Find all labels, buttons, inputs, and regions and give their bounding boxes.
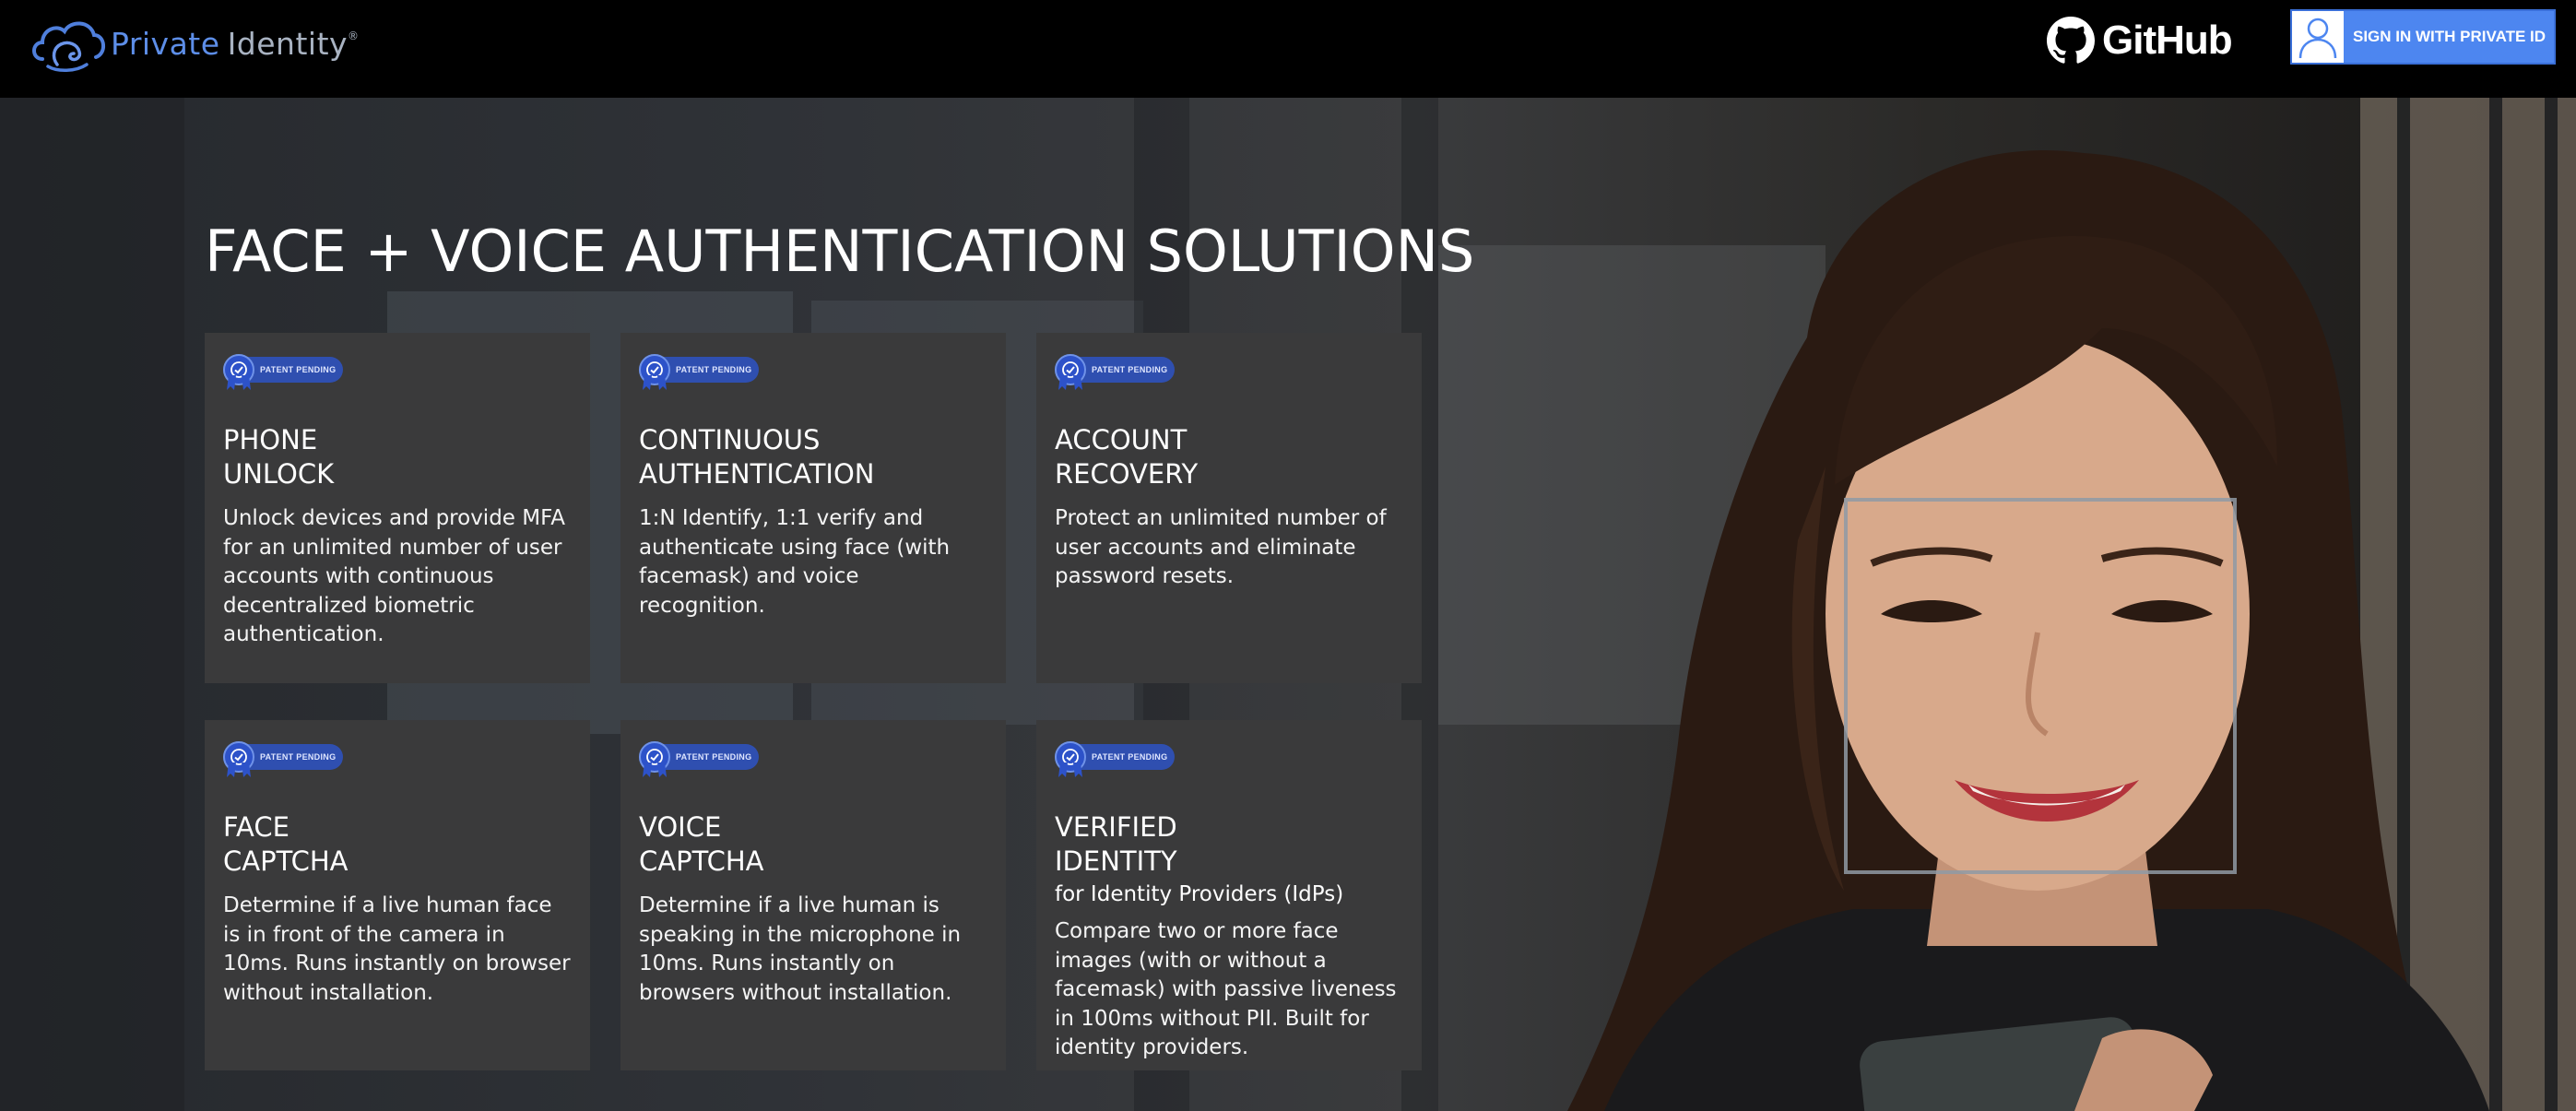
card-description: Unlock devices and provide MFA for an un… (223, 506, 565, 646)
card-description: 1:N Identify, 1:1 verify and authenticat… (639, 506, 951, 618)
badge-label: PATENT PENDING (260, 752, 337, 762)
badge-ribbon-icon (227, 375, 251, 390)
patent-pending-badge: PATENT PENDING (639, 739, 987, 777)
patent-pending-badge: PATENT PENDING (1055, 351, 1403, 390)
hero-section: FACE + VOICE AUTHENTICATION SOLUTIONS PA… (0, 98, 2576, 1111)
card-title: VOICE CAPTCHA (639, 810, 987, 879)
github-octocat-icon (2047, 17, 2095, 65)
badge-ribbon-icon (227, 762, 251, 777)
github-label: GitHub (2102, 18, 2233, 63)
card-title: CONTINUOUS AUTHENTICATION (639, 423, 987, 491)
card-title-line2: AUTHENTICATION (639, 458, 875, 490)
github-link[interactable]: GitHub (2047, 15, 2233, 66)
sign-in-label: SIGN IN WITH PRIVATE ID (2353, 28, 2546, 45)
card-title: ACCOUNT RECOVERY (1055, 423, 1403, 491)
card-description: Determine if a live human face is in fro… (223, 893, 571, 1005)
private-identity-logo[interactable]: Private Identity® (30, 13, 360, 74)
card-title: PHONE UNLOCK (223, 423, 572, 491)
card-title-line1: FACE (223, 811, 290, 843)
card-verified-identity: PATENT PENDING VERIFIED IDENTITY for Ide… (1036, 720, 1422, 1070)
card-face-captcha: PATENT PENDING FACE CAPTCHA Determine if… (205, 720, 590, 1070)
card-title: FACE CAPTCHA (223, 810, 572, 879)
logo-word-identity: Identity (227, 25, 349, 62)
user-avatar-icon (2292, 11, 2344, 63)
card-voice-captcha: PATENT PENDING VOICE CAPTCHA Determine i… (620, 720, 1006, 1070)
card-account-recovery: PATENT PENDING ACCOUNT RECOVERY Protect … (1036, 333, 1422, 683)
cloud-face-logo-icon (30, 13, 107, 74)
badge-label: PATENT PENDING (1092, 752, 1168, 762)
badge-ribbon-icon (1058, 762, 1082, 777)
card-title-line2: UNLOCK (223, 458, 335, 490)
badge-ribbon-icon (643, 762, 667, 777)
card-description: Protect an unlimited number of user acco… (1055, 506, 1387, 588)
top-navigation-bar: Private Identity® GitHub SIGN IN WITH PRI… (0, 0, 2576, 98)
badge-label: PATENT PENDING (676, 752, 752, 762)
card-title-line1: VOICE (639, 811, 722, 843)
patent-pending-badge: PATENT PENDING (639, 351, 987, 390)
card-title-line1: ACCOUNT (1055, 424, 1188, 455)
card-subtitle: for Identity Providers (IdPs) (1055, 882, 1344, 906)
sign-in-with-private-id-button[interactable]: SIGN IN WITH PRIVATE ID (2290, 9, 2556, 65)
patent-pending-badge: PATENT PENDING (1055, 739, 1403, 777)
badge-ribbon-icon (1058, 375, 1082, 390)
card-title-line1: CONTINUOUS (639, 424, 821, 455)
card-title-line1: PHONE (223, 424, 318, 455)
card-description: Determine if a live human is speaking in… (639, 893, 962, 1005)
patent-pending-badge: PATENT PENDING (223, 739, 572, 777)
logo-word-private: Private (111, 25, 220, 62)
card-description: Compare two or more face images (with or… (1055, 919, 1397, 1059)
badge-label: PATENT PENDING (676, 365, 752, 374)
card-title-line1: VERIFIED (1055, 811, 1177, 843)
card-title: VERIFIED IDENTITY (1055, 810, 1403, 879)
card-title-line2: CAPTCHA (223, 845, 349, 877)
badge-label: PATENT PENDING (260, 365, 337, 374)
face-detection-box (1844, 498, 2237, 874)
badge-label: PATENT PENDING (1092, 365, 1168, 374)
trademark-symbol: ® (348, 29, 360, 42)
page-title: FACE + VOICE AUTHENTICATION SOLUTIONS (205, 218, 1475, 285)
card-title-line2: IDENTITY (1055, 845, 1177, 877)
card-continuous-authentication: PATENT PENDING CONTINUOUS AUTHENTICATION… (620, 333, 1006, 683)
card-title-line2: CAPTCHA (639, 845, 764, 877)
card-phone-unlock: PATENT PENDING PHONE UNLOCK Unlock devic… (205, 333, 590, 683)
badge-ribbon-icon (643, 375, 667, 390)
card-title-line2: RECOVERY (1055, 458, 1199, 490)
logo-wordmark: Private Identity® (111, 26, 360, 62)
patent-pending-badge: PATENT PENDING (223, 351, 572, 390)
